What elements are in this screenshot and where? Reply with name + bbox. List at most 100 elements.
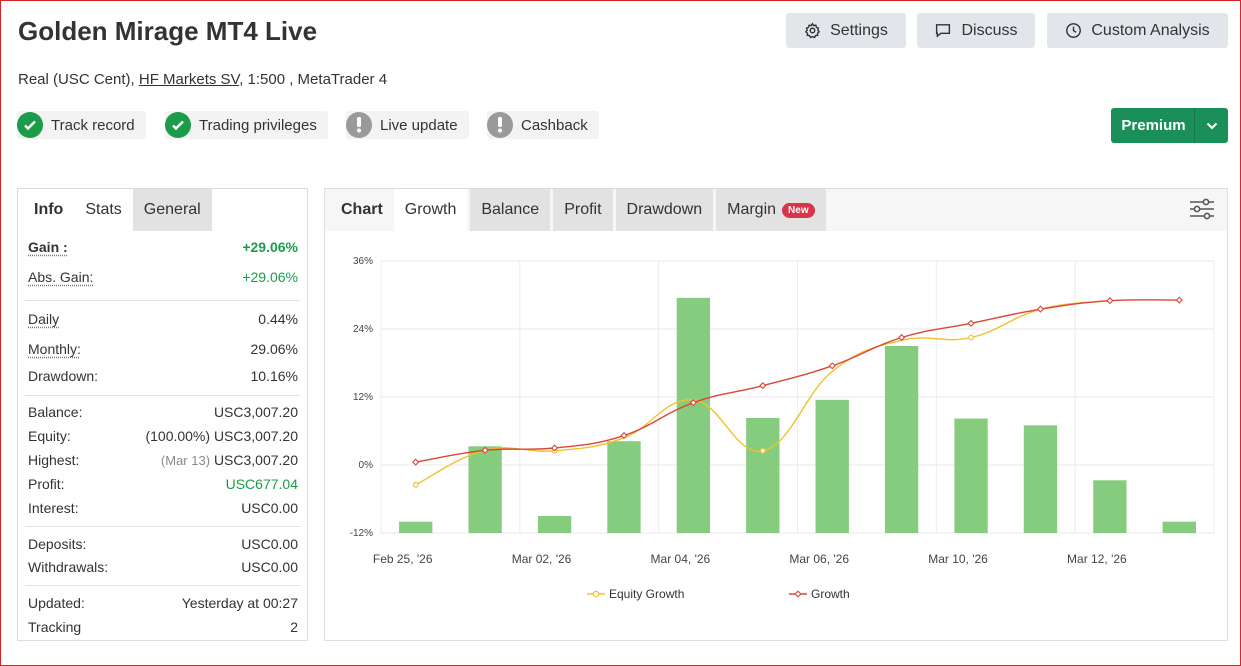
legend-item[interactable]: Growth (789, 587, 850, 601)
divider (25, 526, 300, 527)
custom-analysis-button[interactable]: Custom Analysis (1047, 13, 1228, 48)
equity-percent: (100.00%) (145, 428, 211, 444)
broker-link[interactable]: HF Markets SV (139, 71, 239, 88)
stat-label[interactable]: Gain : (28, 239, 68, 255)
tab-margin[interactable]: Margin New (716, 189, 826, 231)
stat-value: +29.06% (242, 239, 298, 255)
stat-gain: Gain : +29.06% (28, 237, 298, 257)
stat-value: 10.16% (250, 368, 298, 384)
custom-analysis-label: Custom Analysis (1091, 21, 1210, 39)
badge-live-update: Live update (346, 111, 469, 139)
y-tick-label: -12% (350, 528, 373, 539)
tab-growth[interactable]: Growth (393, 189, 468, 231)
stat-value: USC3,007.20 (213, 404, 298, 420)
growth-bar (399, 521, 433, 533)
stat-label: Updated: (28, 595, 85, 611)
account-leverage-platform: , 1:500 , MetaTrader 4 (239, 71, 388, 88)
stat-balance: Balance: USC3,007.20 (28, 402, 298, 422)
equity-point (759, 447, 766, 454)
stat-equity: Equity: (100.00%) USC3,007.20 (28, 426, 298, 446)
highest-date: (Mar 13) (160, 453, 211, 468)
growth-bar (607, 441, 641, 533)
stat-daily: Daily 0.44% (28, 309, 298, 329)
chart-filter-icon[interactable] (1189, 198, 1215, 225)
x-tick-label: Mar 12, '26 (1067, 552, 1127, 566)
tab-margin-label: Margin (727, 201, 777, 218)
stat-withdrawals: Withdrawals: USC0.00 (28, 557, 298, 577)
tab-chart[interactable]: Chart (325, 189, 394, 231)
settings-button[interactable]: Settings (786, 13, 906, 48)
growth-bar (1023, 425, 1058, 533)
growth-bar (1162, 521, 1196, 533)
growth-bar (537, 516, 572, 533)
exclamation-circle-icon (487, 112, 513, 138)
stat-abs-gain: Abs. Gain: +29.06% (28, 267, 298, 287)
discuss-button[interactable]: Discuss (917, 13, 1035, 48)
growth-bar (676, 297, 711, 533)
stat-value: (Mar 13) USC3,007.20 (161, 452, 298, 468)
growth-bar (1093, 480, 1127, 533)
stat-label: Highest: (28, 452, 80, 468)
x-tick-label: Mar 06, '26 (789, 552, 849, 566)
equity-amount: USC3,007.20 (213, 428, 298, 444)
y-tick-label: 12% (353, 392, 373, 403)
tab-balance[interactable]: Balance (470, 189, 551, 231)
gear-icon (804, 22, 821, 39)
check-circle-icon (165, 112, 191, 138)
stat-label: Deposits: (28, 536, 87, 552)
tab-profit[interactable]: Profit (553, 189, 613, 231)
exclamation-circle-icon (346, 112, 372, 138)
stat-interest: Interest: USC0.00 (28, 498, 298, 518)
stat-value: 2 (290, 619, 298, 635)
growth-chart: 36% 24% 12% 0% -12% Feb 25, '26 Mar 02, '26 Ma… (350, 256, 1215, 601)
stat-value: USC0.00 (241, 500, 298, 516)
x-tick-label: Mar 04, '26 (651, 552, 711, 566)
x-tick-label: Mar 02, '26 (512, 552, 572, 566)
stat-value: Yesterday at 00:27 (181, 595, 298, 611)
equity-point (412, 481, 419, 488)
chart-tabs: Chart Growth Balance Profit Drawdown Mar… (325, 189, 1227, 231)
comment-icon (934, 22, 952, 39)
growth-bar (884, 346, 919, 533)
stat-value: 0.44% (258, 311, 298, 327)
stat-value: USC677.04 (225, 476, 298, 492)
page-title: Golden Mirage MT4 Live (18, 16, 318, 46)
tab-stats[interactable]: Stats (74, 189, 133, 231)
x-tick-label: Feb 25, '26 (373, 552, 433, 566)
stat-tracking: Tracking 2 (28, 617, 298, 637)
tab-general[interactable]: General (132, 189, 212, 231)
stat-label[interactable]: Abs. Gain: (28, 269, 93, 285)
premium-label: Premium (1121, 117, 1186, 134)
stat-value: USC0.00 (241, 536, 298, 552)
highest-amount: USC3,007.20 (213, 452, 298, 468)
stat-value: (100.00%) USC3,007.20 (145, 428, 298, 444)
legend-label: Growth (811, 587, 850, 601)
divider (25, 585, 300, 586)
tab-info[interactable]: Info (18, 189, 75, 231)
growth-bar (468, 446, 502, 533)
stats-panel: Info Stats General Gain : +29.06% Abs. G… (17, 188, 308, 641)
stat-label: Equity: (28, 428, 71, 444)
stat-highest: Highest: (Mar 13) USC3,007.20 (28, 450, 298, 470)
stat-label: Profit: (28, 476, 65, 492)
divider (25, 395, 300, 396)
account-subtitle: Real (USC Cent), HF Markets SV, 1:500 , … (18, 71, 387, 88)
settings-label: Settings (830, 21, 888, 39)
stat-label[interactable]: Monthly: (28, 341, 81, 357)
badge-trading-privileges: Trading privileges (165, 111, 328, 139)
new-badge: New (782, 202, 815, 218)
legend-item[interactable]: Equity Growth (587, 587, 684, 601)
y-tick-label: 0% (359, 460, 374, 471)
y-tick-label: 24% (353, 324, 373, 335)
chevron-down-icon[interactable] (1194, 108, 1228, 143)
tab-drawdown[interactable]: Drawdown (615, 189, 714, 231)
badge-label: Trading privileges (199, 116, 317, 134)
premium-button[interactable]: Premium (1111, 108, 1228, 143)
stat-label: Balance: (28, 404, 83, 420)
y-tick-label: 36% (353, 256, 373, 267)
check-circle-icon (17, 112, 43, 138)
equity-point (968, 334, 974, 341)
badge-track-record: Track record (17, 111, 146, 139)
stat-label[interactable]: Daily (28, 311, 59, 327)
stat-label: Drawdown: (28, 368, 99, 384)
